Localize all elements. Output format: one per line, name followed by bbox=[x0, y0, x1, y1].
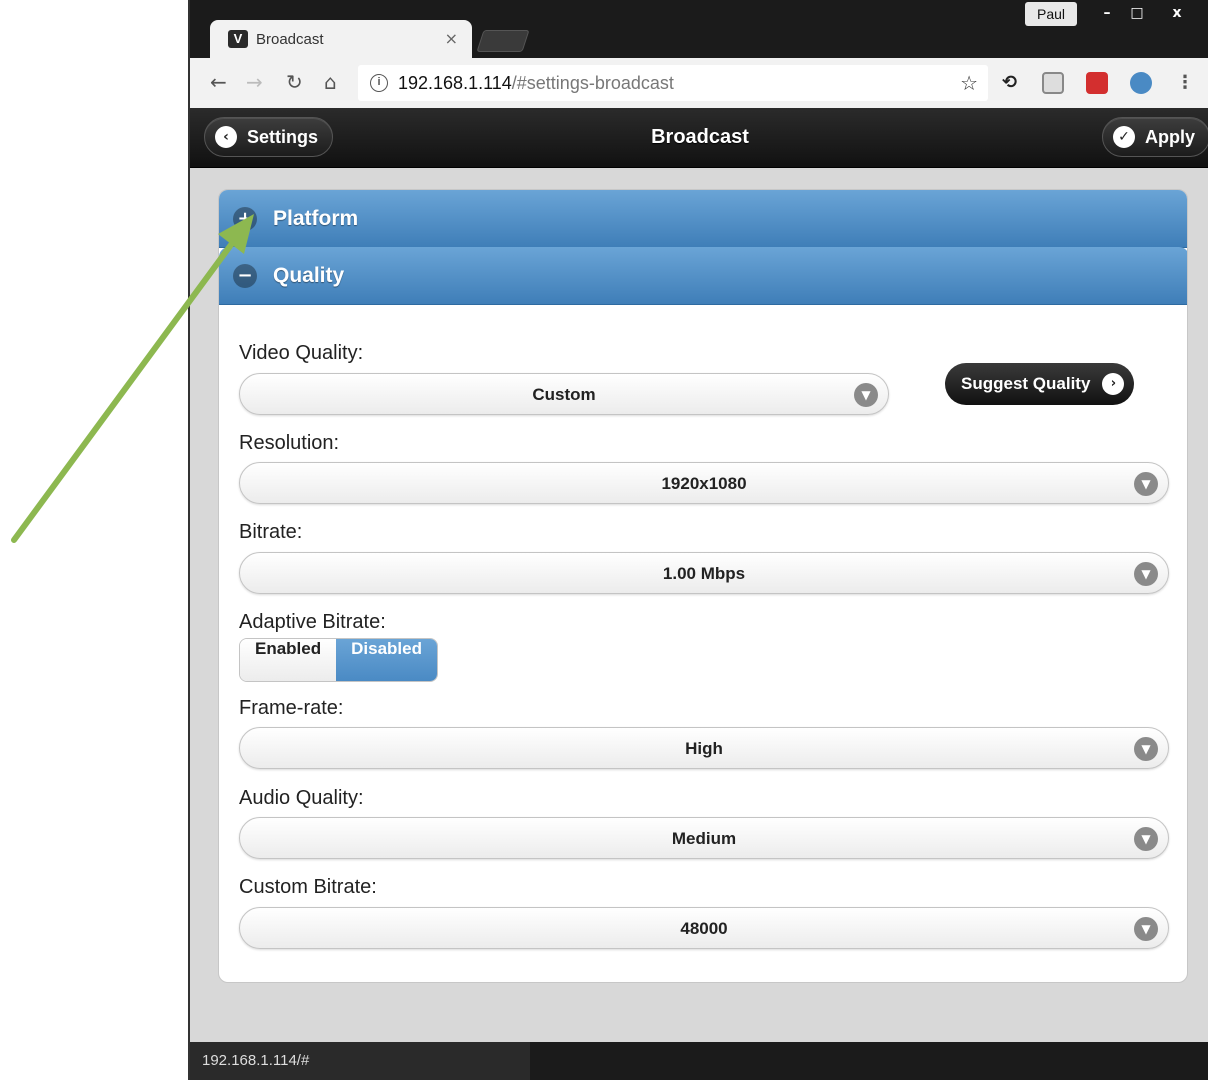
annotation-arrow-shaft bbox=[11, 235, 239, 543]
annotation-arrow bbox=[11, 214, 254, 543]
annotation-arrow-head bbox=[218, 214, 254, 254]
